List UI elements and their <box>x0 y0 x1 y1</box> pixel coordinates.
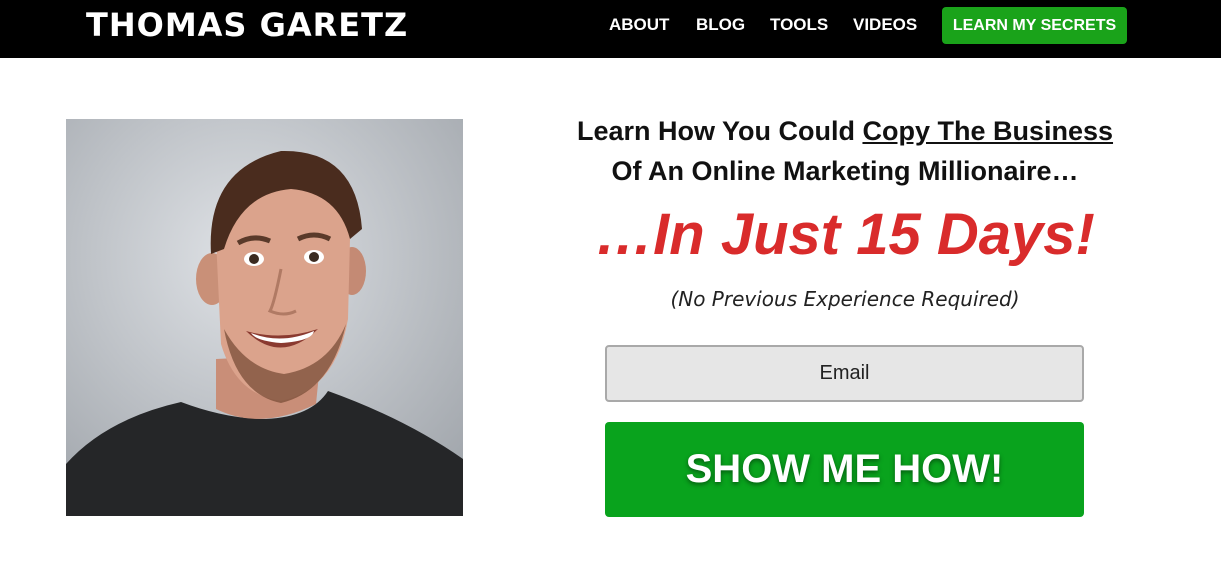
headline-emphasis: …In Just 15 Days! <box>595 202 1095 267</box>
headline-line-2: Of An Online Marketing Millionaire… <box>611 156 1079 186</box>
hero-headline: Learn How You Could Copy The Business Of… <box>535 111 1155 191</box>
nav-link-blog[interactable]: BLOG <box>696 0 745 50</box>
site-logo-text[interactable]: THOMAS GARETZ <box>86 5 408 45</box>
top-navigation-bar: THOMAS GARETZ ABOUT BLOG TOOLS VIDEOS LE… <box>0 0 1221 58</box>
person-portrait-icon <box>66 119 463 516</box>
email-input[interactable] <box>605 345 1084 402</box>
learn-my-secrets-button[interactable]: LEARN MY SECRETS <box>942 7 1127 44</box>
headline-underlined: Copy The Business <box>862 116 1114 146</box>
nav-link-tools[interactable]: TOOLS <box>770 0 828 50</box>
profile-photo <box>66 119 463 516</box>
headline-line-1: Learn How You Could Copy The Business <box>535 111 1155 151</box>
nav-link-about[interactable]: ABOUT <box>609 0 669 50</box>
show-me-how-button[interactable]: SHOW ME HOW! <box>605 422 1084 517</box>
subheadline: (No Previous Experience Required) <box>670 287 1020 311</box>
headline-prefix: Learn How You Could <box>576 116 863 146</box>
nav-link-videos[interactable]: VIDEOS <box>853 0 917 50</box>
